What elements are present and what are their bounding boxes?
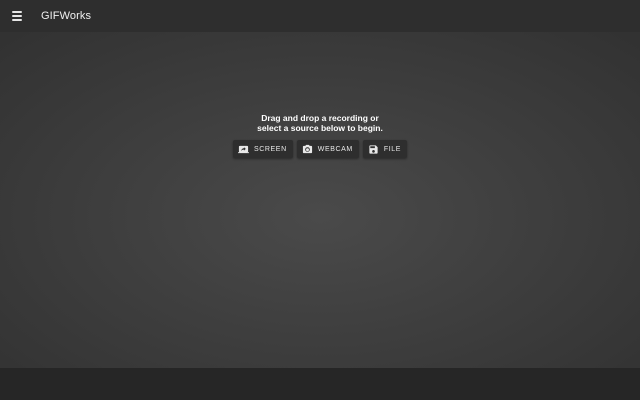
source-buttons: SCREEN WEBCAM FILE	[0, 140, 640, 158]
camera-icon	[302, 144, 313, 155]
screen-button[interactable]: SCREEN	[232, 140, 293, 158]
prompt-line-2: select a source below to begin.	[257, 123, 383, 133]
file-label: FILE	[383, 145, 402, 153]
webcam-label: WEBCAM	[317, 145, 353, 153]
drop-prompt: Drag and drop a recording or select a so…	[0, 113, 640, 133]
app-bar: GIFWorks	[0, 0, 640, 32]
app-title: GIFWorks	[41, 10, 92, 22]
webcam-button[interactable]: WEBCAM	[296, 140, 359, 158]
save-icon	[368, 144, 379, 155]
file-button[interactable]: FILE	[362, 140, 408, 158]
prompt-line-1: Drag and drop a recording or	[261, 113, 379, 123]
screen-label: SCREEN	[253, 145, 287, 153]
drop-zone[interactable]: Drag and drop a recording or select a so…	[0, 32, 640, 368]
menu-icon[interactable]	[12, 11, 24, 21]
screen-share-icon	[237, 144, 249, 155]
bottom-bar	[0, 368, 640, 400]
